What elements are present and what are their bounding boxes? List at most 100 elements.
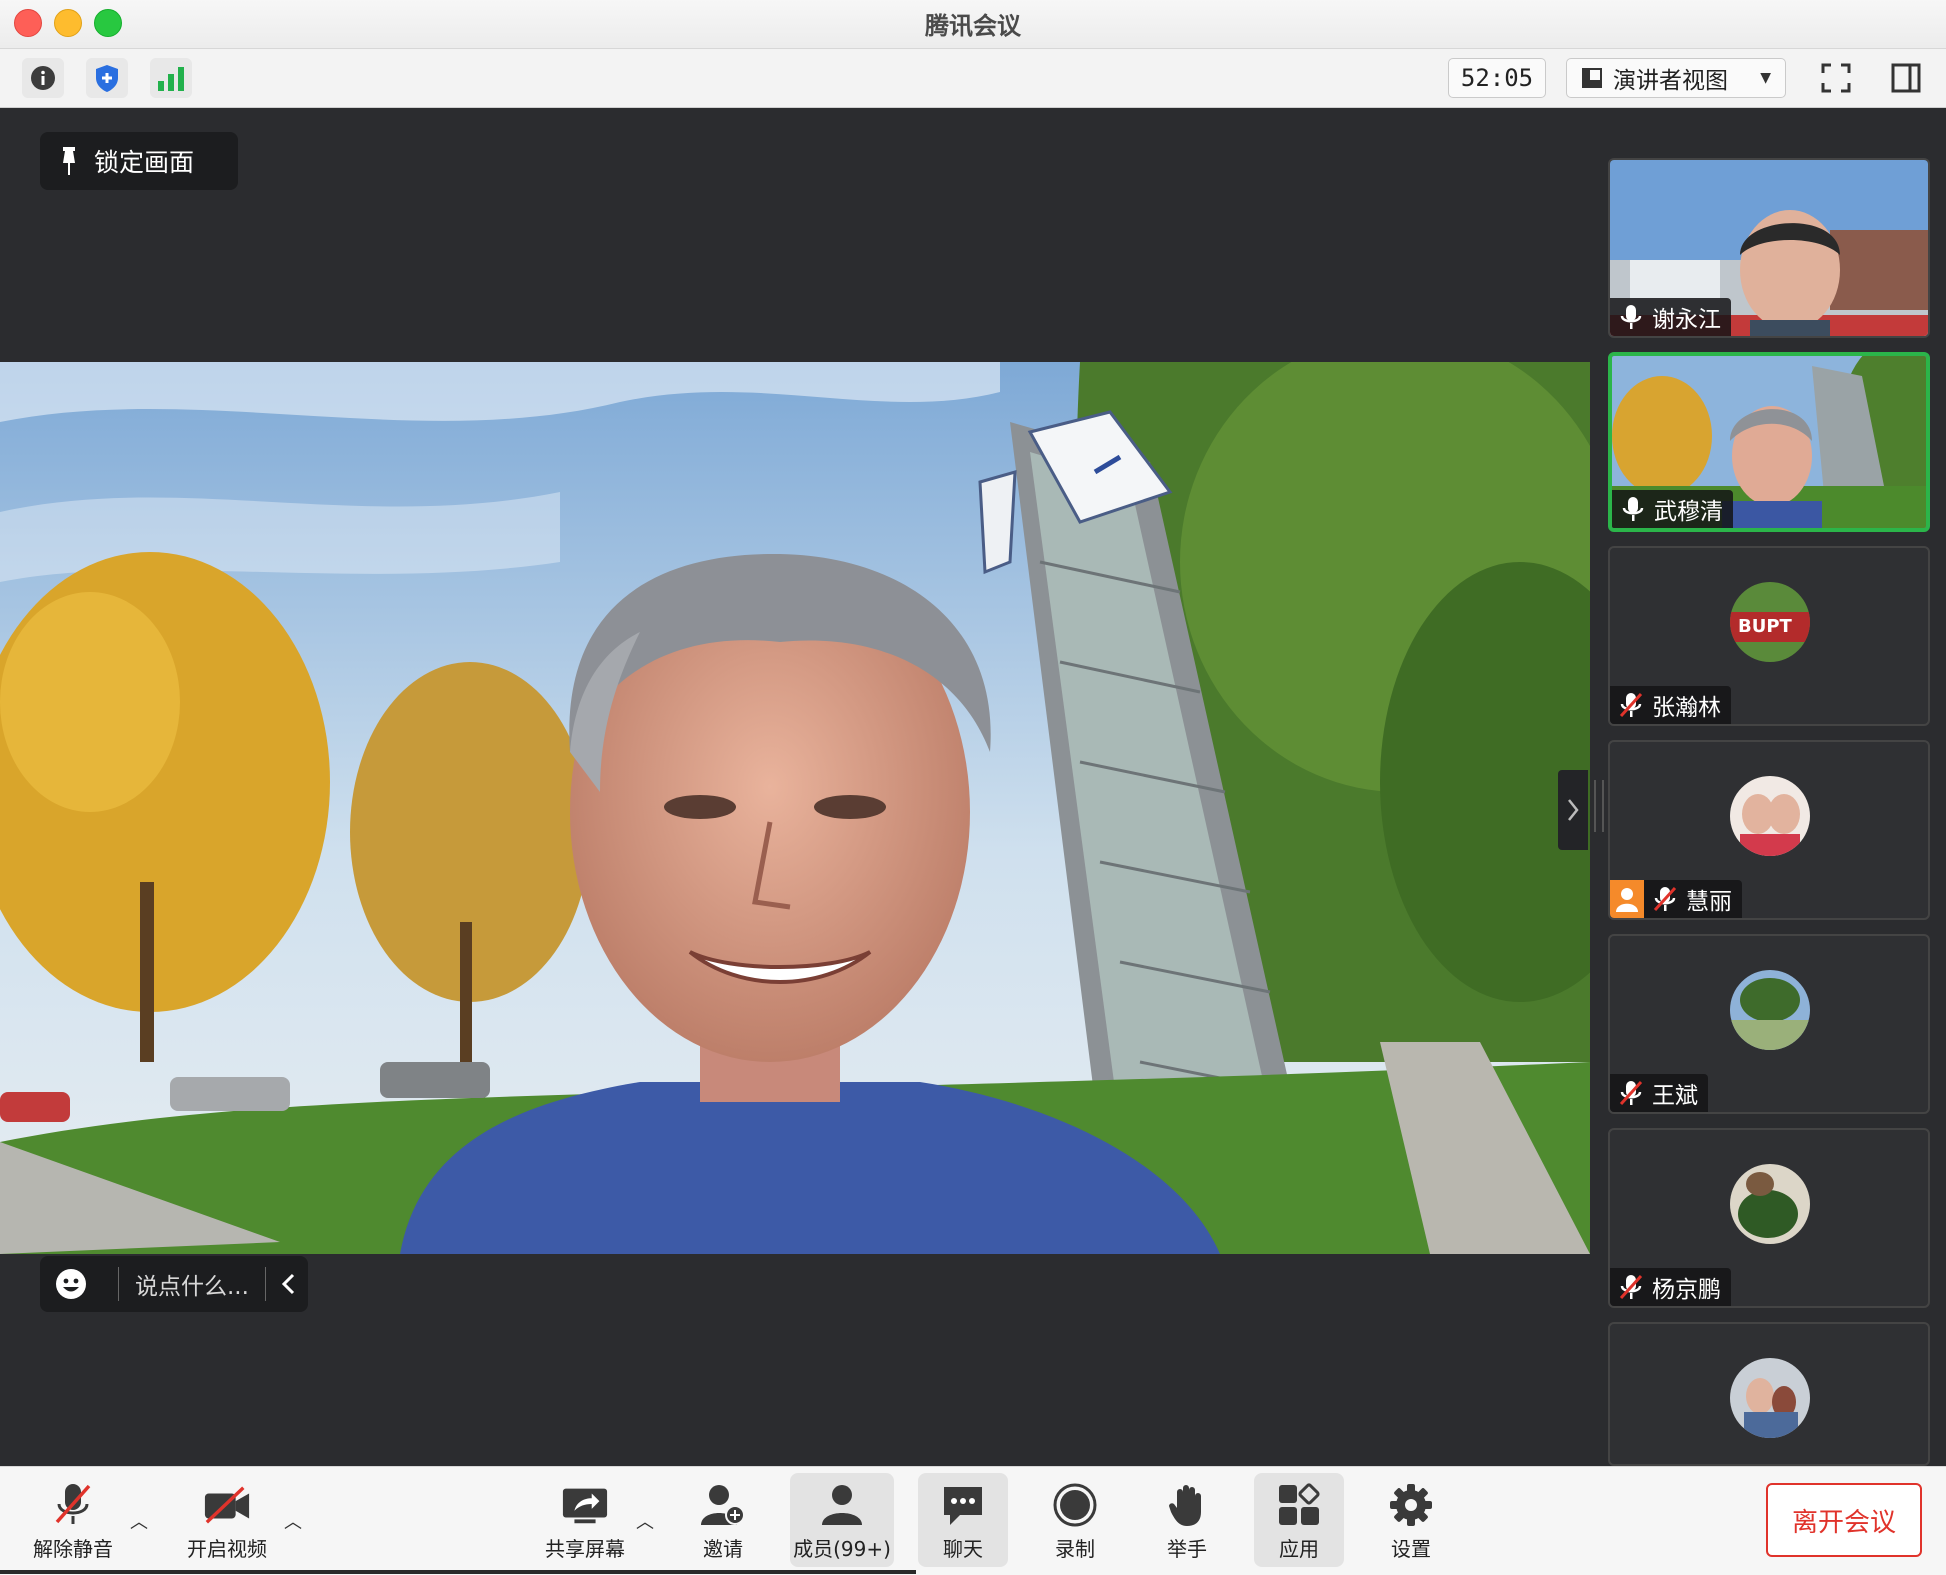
divider [264,1267,266,1301]
window-bottom-edge [0,1570,916,1574]
participant-tile[interactable] [1608,1322,1930,1466]
participant-name: 慧丽 [1686,889,1732,915]
participant-name-tag: 武穆清 [1612,490,1733,528]
host-badge [1610,880,1644,918]
view-mode-label: 演讲者视图 [1613,68,1728,94]
settings-button[interactable]: 设置 [1366,1473,1456,1567]
unmute-label: 解除静音 [33,1537,113,1561]
collapse-gallery-button[interactable] [1558,770,1588,850]
microphone-icon [1620,305,1642,329]
dropdown-arrow-icon: ▼ [1760,70,1771,86]
participant-tile[interactable]: BUPT 张瀚林 [1608,546,1930,726]
title-bar: 腾讯会议 [0,0,1946,49]
invite-label: 邀请 [703,1537,743,1561]
avatar [1730,1164,1810,1244]
speaker-video-image [0,362,1590,1254]
apps-button[interactable]: 应用 [1254,1473,1344,1567]
share-screen-icon [562,1488,608,1524]
chat-button[interactable]: 聊天 [918,1473,1008,1567]
share-screen-label: 共享屏幕 [545,1537,625,1561]
avatar [1730,970,1810,1050]
participant-tile[interactable]: 杨京鹏 [1608,1128,1930,1308]
fullscreen-button[interactable] [1814,58,1858,98]
info-icon [31,66,55,90]
chevron-right-icon [1568,799,1579,821]
emoji-icon[interactable] [54,1267,88,1301]
avatar: BUPT [1730,582,1810,662]
speaker-view: 锁定画面 说点什么... [0,108,1590,1466]
hand-icon [1169,1485,1201,1526]
record-button[interactable]: 录制 [1030,1473,1120,1567]
layout-icon [1582,68,1602,88]
svg-text:BUPT: BUPT [1738,616,1793,637]
settings-label: 设置 [1391,1537,1431,1561]
security-button[interactable] [86,58,128,98]
network-status-button[interactable] [150,58,192,98]
video-off-icon [204,1486,250,1524]
members-label: 成员(99+) [793,1537,891,1561]
muted-microphone-icon [1619,1080,1643,1106]
main-video-feed [0,362,1590,1254]
toggle-sidebar-button[interactable] [1884,58,1928,98]
participant-name-tag: 杨京鹏 [1610,1268,1731,1306]
lock-view-label: 锁定画面 [94,148,195,177]
pin-icon [63,147,75,175]
participant-name: 谢永江 [1652,307,1721,333]
sidebar-icon [1891,63,1921,93]
collapse-chevron-icon[interactable] [280,1272,296,1296]
avatar [1730,1358,1810,1438]
participant-name: 武穆清 [1654,499,1723,525]
participant-name-tag: 王斌 [1610,1074,1708,1112]
fullscreen-icon [1821,63,1851,93]
start-video-button[interactable]: 开启视频 [182,1473,272,1567]
signal-bars-icon [158,67,184,91]
chat-placeholder: 说点什么... [135,1274,249,1300]
meeting-timer: 52:05 [1448,58,1546,98]
members-button[interactable]: 成员(99+) [790,1473,894,1567]
members-icon [822,1485,862,1525]
participant-tile-active[interactable]: 武穆清 [1608,352,1930,532]
apps-grid-icon [1279,1483,1320,1525]
meeting-info-button[interactable] [22,58,64,98]
divider [118,1267,119,1301]
raise-hand-label: 举手 [1167,1537,1207,1561]
view-mode-dropdown[interactable]: 演讲者视图 ▼ [1566,58,1786,98]
share-screen-button[interactable]: 共享屏幕 [540,1473,630,1567]
participant-name-tag: 慧丽 [1610,880,1742,918]
muted-microphone-icon [1619,1274,1643,1300]
chat-input-bar[interactable]: 说点什么... [40,1256,308,1312]
muted-microphone-icon [55,1484,91,1524]
chat-bubble-icon [944,1487,982,1525]
gear-icon [1390,1484,1432,1526]
leave-meeting-button[interactable]: 离开会议 [1766,1483,1922,1557]
invite-button[interactable]: 邀请 [678,1473,768,1567]
participant-tile[interactable]: 慧丽 [1608,740,1930,920]
chat-label: 聊天 [943,1537,983,1561]
audio-options-chevron-up-icon[interactable]: ︿ [130,1508,148,1534]
unmute-button[interactable]: 解除静音 [28,1473,118,1567]
participant-name: 杨京鹏 [1652,1277,1721,1303]
muted-microphone-icon [1653,886,1677,912]
participant-tile[interactable]: 谢永江 [1608,158,1930,338]
participant-name-tag: 谢永江 [1610,298,1731,336]
shield-icon [96,65,118,92]
record-label: 录制 [1055,1537,1095,1561]
raise-hand-button[interactable]: 举手 [1142,1473,1232,1567]
person-icon [1616,888,1638,912]
lock-view-button[interactable]: 锁定画面 [40,132,238,190]
add-user-icon [701,1485,745,1525]
video-options-chevron-up-icon[interactable]: ︿ [284,1508,302,1534]
meeting-toolbar: 52:05 演讲者视图 ▼ [0,49,1946,108]
avatar [1730,776,1810,856]
window-title: 腾讯会议 [925,12,1021,40]
resize-handle[interactable] [1594,780,1604,832]
apps-label: 应用 [1279,1537,1319,1561]
microphone-icon [1622,497,1644,521]
participant-tile[interactable]: 王斌 [1608,934,1930,1114]
start-video-label: 开启视频 [187,1537,267,1561]
muted-microphone-icon [1619,692,1643,718]
record-icon [1053,1483,1097,1527]
participant-name: 张瀚林 [1652,695,1721,721]
share-options-chevron-up-icon[interactable]: ︿ [636,1508,654,1534]
participant-name: 王斌 [1652,1083,1698,1109]
